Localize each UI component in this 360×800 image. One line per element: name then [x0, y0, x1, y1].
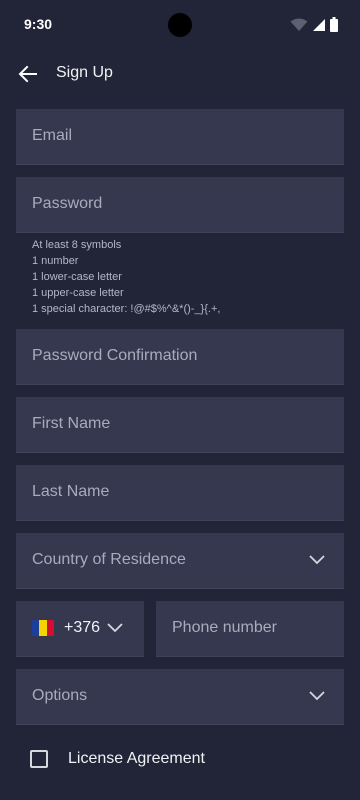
password-hint-line: 1 upper-case letter	[32, 287, 124, 299]
phone-number-field[interactable]: Phone number	[156, 601, 344, 657]
license-agreement-row[interactable]: License Agreement	[30, 750, 205, 768]
password-hint-line: 1 special character: !@#$%^&*()-_}{.+,	[32, 303, 221, 315]
chevron-down-icon	[107, 623, 123, 633]
phone-number-placeholder: Phone number	[172, 619, 277, 636]
back-button[interactable]	[14, 60, 42, 88]
options-select[interactable]: Options	[16, 669, 344, 725]
status-icons	[290, 17, 338, 32]
camera-cutout	[168, 13, 192, 37]
options-placeholder: Options	[32, 687, 88, 704]
phone-code-value: +376	[64, 619, 101, 636]
password-placeholder: Password	[32, 195, 103, 212]
password-field[interactable]: Password	[16, 177, 344, 233]
country-select[interactable]: Country of Residence	[16, 533, 344, 589]
first-name-field[interactable]: First Name	[16, 397, 344, 453]
chevron-down-icon	[309, 555, 325, 565]
wifi-icon	[290, 18, 308, 31]
page-title: Sign Up	[56, 64, 113, 81]
license-label: License Agreement	[68, 750, 205, 767]
password-confirmation-field[interactable]: Password Confirmation	[16, 329, 344, 385]
last-name-field[interactable]: Last Name	[16, 465, 344, 521]
password-hint-line: 1 number	[32, 255, 79, 267]
last-name-placeholder: Last Name	[32, 483, 110, 500]
andorra-flag-icon	[32, 620, 54, 636]
email-field[interactable]: Email	[16, 109, 344, 165]
password-confirmation-placeholder: Password Confirmation	[32, 347, 198, 364]
first-name-placeholder: First Name	[32, 415, 111, 432]
battery-icon	[330, 17, 338, 32]
status-bar: 9:30	[0, 0, 360, 50]
phone-code-select[interactable]: +376	[16, 601, 144, 657]
email-placeholder: Email	[32, 127, 73, 144]
app-header: Sign Up	[0, 52, 360, 94]
arrow-left-icon	[18, 65, 37, 83]
password-hint-line: 1 lower-case letter	[32, 271, 122, 283]
password-hint-line: At least 8 symbols	[32, 239, 122, 251]
password-hint: At least 8 symbols 1 number 1 lower-case…	[32, 237, 220, 317]
country-placeholder: Country of Residence	[32, 551, 186, 568]
status-time: 9:30	[24, 16, 53, 32]
chevron-down-icon	[309, 691, 325, 701]
signal-icon	[313, 18, 325, 31]
license-checkbox[interactable]	[30, 750, 48, 768]
